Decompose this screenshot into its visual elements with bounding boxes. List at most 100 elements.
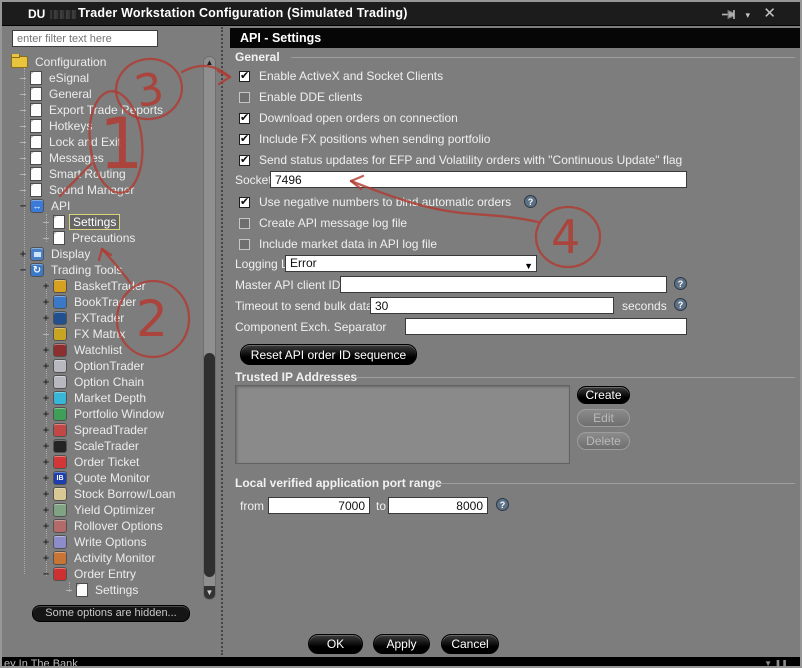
checkbox-unchecked-icon[interactable]: [239, 91, 250, 103]
tree-item-messages[interactable]: – Messages: [10, 150, 202, 166]
expander-plus-icon[interactable]: +: [41, 393, 51, 404]
scroll-down-icon[interactable]: ▼: [204, 586, 215, 599]
expander-plus-icon[interactable]: +: [41, 345, 51, 356]
checkbox-checked-icon[interactable]: [239, 132, 250, 145]
expander-plus-icon[interactable]: +: [18, 249, 28, 260]
expander-plus-icon[interactable]: +: [41, 553, 51, 564]
expander-minus-icon[interactable]: −: [41, 569, 51, 580]
tree-item-option-chain[interactable]: + Option Chain: [10, 374, 202, 390]
checkbox-checked-icon[interactable]: [239, 153, 250, 166]
trusted-ip-list[interactable]: [235, 385, 570, 464]
status-pause-icon[interactable]: ❚❚: [775, 659, 788, 666]
pin-menu-caret-icon[interactable]: ▾: [745, 10, 750, 21]
tree-item-yield-optimizer[interactable]: + Yield Optimizer: [10, 502, 202, 518]
pin-icon[interactable]: [721, 8, 738, 23]
tree-item-display[interactable]: + Display: [10, 246, 202, 262]
expander-plus-icon[interactable]: +: [41, 537, 51, 548]
port-from-input[interactable]: [268, 497, 370, 514]
checkbox-row-enable-dde-clients[interactable]: Enable DDE clients: [239, 89, 362, 105]
status-caret-icon[interactable]: ▼: [764, 659, 772, 666]
tree-item-baskettrader[interactable]: + BasketTrader: [10, 278, 202, 294]
tree-item-configuration[interactable]: Configuration: [10, 54, 202, 70]
master-api-input[interactable]: [340, 276, 667, 293]
checkbox-row-include-fx-positions-when-sending-portfo[interactable]: Include FX positions when sending portfo…: [239, 131, 490, 147]
expander-plus-icon[interactable]: +: [41, 313, 51, 324]
expander-plus-icon[interactable]: +: [41, 473, 51, 484]
tree-item-quote-monitor[interactable]: + IB Quote Monitor: [10, 470, 202, 486]
tree-item-optiontrader[interactable]: + OptionTrader: [10, 358, 202, 374]
tree-item-rollover-options[interactable]: + Rollover Options: [10, 518, 202, 534]
expander-plus-icon[interactable]: +: [41, 457, 51, 468]
help-icon[interactable]: ?: [674, 277, 687, 290]
tree-item-smart-routing[interactable]: – Smart Routing: [10, 166, 202, 182]
tree-item-sound-manager[interactable]: – Sound Manager: [10, 182, 202, 198]
reset-api-order-id-button[interactable]: Reset API order ID sequence: [240, 344, 417, 365]
tree-item-order-entry[interactable]: − Order Entry: [10, 566, 202, 582]
tree-item-api[interactable]: − API: [10, 198, 202, 214]
tree-item-settings[interactable]: – Settings: [10, 582, 202, 598]
checkbox-unchecked-icon[interactable]: [239, 217, 250, 229]
help-icon[interactable]: ?: [524, 195, 537, 208]
checkbox-row-enable-activex-and-socket-clients[interactable]: Enable ActiveX and Socket Clients: [239, 68, 443, 84]
expander-plus-icon[interactable]: +: [41, 297, 51, 308]
timeout-input[interactable]: [370, 297, 614, 314]
tree-item-fx-matrix[interactable]: – FX Matrix: [10, 326, 202, 342]
checkbox-row-create-api-message-log-file[interactable]: Create API message log file: [239, 215, 407, 231]
checkbox-row-include-market-data-in-api-log-file[interactable]: Include market data in API log file: [239, 236, 437, 252]
edit-button[interactable]: Edit: [577, 409, 630, 427]
checkbox-unchecked-icon[interactable]: [239, 238, 250, 250]
tree-item-portfolio-window[interactable]: + Portfolio Window: [10, 406, 202, 422]
tree-item-scaletrader[interactable]: + ScaleTrader: [10, 438, 202, 454]
help-icon[interactable]: ?: [674, 298, 687, 311]
filter-input[interactable]: [12, 30, 158, 47]
tree-item-write-options[interactable]: + Write Options: [10, 534, 202, 550]
tree-item-lock-and-exit[interactable]: – Lock and Exit: [10, 134, 202, 150]
close-icon[interactable]: ✕: [763, 4, 776, 22]
tree-item-watchlist[interactable]: + Watchlist: [10, 342, 202, 358]
expander-plus-icon[interactable]: +: [41, 281, 51, 292]
tree-item-market-depth[interactable]: + Market Depth: [10, 390, 202, 406]
tree-scrollbar[interactable]: ▲ ▼: [203, 56, 216, 600]
checkbox-row-use-negative-numbers-to-bind-automatic-o[interactable]: Use negative numbers to bind automatic o…: [239, 194, 511, 210]
scrollbar-thumb[interactable]: [204, 353, 215, 577]
tree-item-stock-borrow-loan[interactable]: + Stock Borrow/Loan: [10, 486, 202, 502]
socket-port-input[interactable]: [270, 171, 687, 188]
expander-plus-icon[interactable]: +: [41, 409, 51, 420]
checkbox-row-send-status-updates-for-efp-and-volatili[interactable]: Send status updates for EFP and Volatili…: [239, 152, 682, 168]
apply-button[interactable]: Apply: [373, 634, 430, 654]
expander-minus-icon[interactable]: −: [18, 265, 28, 276]
port-to-input[interactable]: [388, 497, 488, 514]
tree-item-order-ticket[interactable]: + Order Ticket: [10, 454, 202, 470]
checkbox-checked-icon[interactable]: [239, 195, 250, 208]
expander-plus-icon[interactable]: +: [41, 361, 51, 372]
checkbox-checked-icon[interactable]: [239, 111, 250, 124]
tree-item-activity-monitor[interactable]: + Activity Monitor: [10, 550, 202, 566]
checkbox-row-download-open-orders-on-connection[interactable]: Download open orders on connection: [239, 110, 458, 126]
tree-item-fxtrader[interactable]: + FXTrader: [10, 310, 202, 326]
tree-item-settings[interactable]: – Settings: [10, 214, 202, 230]
expander-plus-icon[interactable]: +: [41, 489, 51, 500]
component-separator-input[interactable]: [405, 318, 687, 335]
logging-level-select[interactable]: Error ▼: [285, 255, 537, 272]
tree-item-esignal[interactable]: – eSignal: [10, 70, 202, 86]
help-icon[interactable]: ?: [496, 498, 509, 511]
tree-item-precautions[interactable]: – Precautions: [10, 230, 202, 246]
scroll-up-icon[interactable]: ▲: [204, 57, 215, 69]
ok-button[interactable]: OK: [308, 634, 363, 654]
expander-plus-icon[interactable]: +: [41, 441, 51, 452]
some-options-hidden-button[interactable]: Some options are hidden...: [32, 605, 190, 622]
expander-plus-icon[interactable]: +: [41, 425, 51, 436]
delete-button[interactable]: Delete: [577, 432, 630, 450]
checkbox-checked-icon[interactable]: [239, 69, 250, 82]
expander-plus-icon[interactable]: +: [41, 505, 51, 516]
expander-minus-icon[interactable]: −: [18, 201, 28, 212]
tree-item-booktrader[interactable]: + BookTrader: [10, 294, 202, 310]
create-button[interactable]: Create: [577, 386, 630, 404]
tree-item-export-trade-reports[interactable]: – Export Trade Reports: [10, 102, 202, 118]
tree-item-trading-tools[interactable]: − Trading Tools: [10, 262, 202, 278]
tree-item-hotkeys[interactable]: – Hotkeys: [10, 118, 202, 134]
tree-item-spreadtrader[interactable]: + SpreadTrader: [10, 422, 202, 438]
tree-item-general[interactable]: – General: [10, 86, 202, 102]
cancel-button[interactable]: Cancel: [441, 634, 499, 654]
expander-plus-icon[interactable]: +: [41, 521, 51, 532]
